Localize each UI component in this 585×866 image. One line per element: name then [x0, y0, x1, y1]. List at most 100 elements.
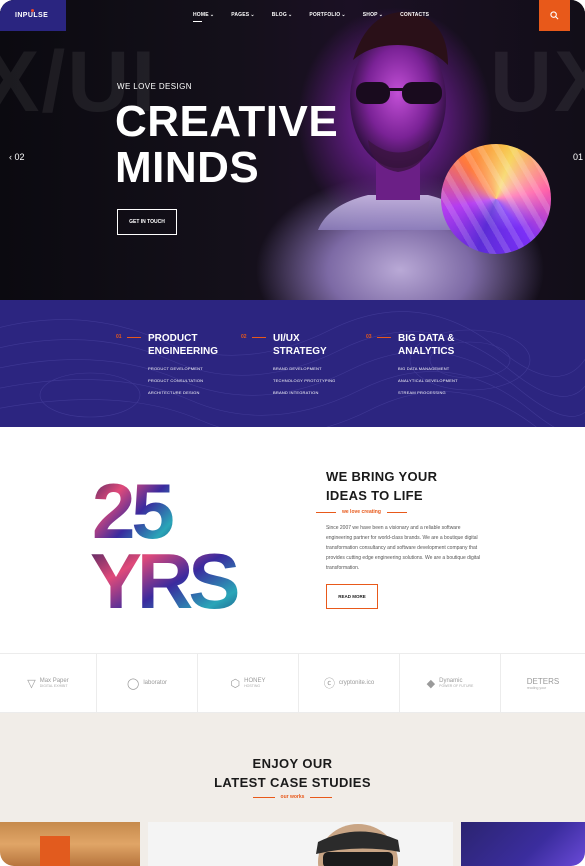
- years-text: YRS: [90, 537, 237, 610]
- hex-logo-icon: ⬡: [230, 677, 241, 690]
- hero-ghost-text-right: UX: [490, 34, 585, 130]
- service-item[interactable]: PRODUCT DEVELOPMENT: [148, 366, 258, 371]
- page: X/UI UX WE LOVE DESIGN CREATIVE MINDS GE…: [0, 0, 585, 866]
- search-icon: [550, 11, 559, 20]
- service-item[interactable]: BIG DATA MANAGEMENT: [398, 366, 508, 371]
- service-number: 01: [116, 334, 122, 340]
- service-items: BRAND DEVELOPMENT TECHNOLOGY PROTOTYPING…: [273, 366, 383, 402]
- client-name-wrap: Dynamic POWER OF FUTURE: [439, 678, 473, 688]
- client-sub: DIGITAL EXHIBIT: [39, 684, 68, 688]
- chevron-down-icon: ⌄: [287, 12, 293, 18]
- case-studies-heading-line-2: LATEST CASE STUDIES: [214, 775, 371, 790]
- about-paragraph: Since 2007 we have been a visionary and …: [326, 525, 481, 571]
- case-study-card[interactable]: [461, 822, 585, 866]
- topographic-pattern: [0, 311, 585, 427]
- slider-prev-number: 02: [14, 152, 25, 162]
- client-logo-max-paper[interactable]: ▽ Max Paper DIGITAL EXHIBIT: [0, 654, 97, 712]
- hero-section: X/UI UX WE LOVE DESIGN CREATIVE MINDS GE…: [0, 0, 585, 300]
- client-name-wrap: Max Paper DIGITAL EXHIBIT: [40, 678, 69, 688]
- service-items: PRODUCT DEVELOPMENT PRODUCT CONSULTATION…: [148, 366, 258, 402]
- chevron-down-icon: ⌄: [341, 12, 346, 18]
- client-name: cryptonite.ico: [338, 680, 375, 686]
- about-heading: WE BRING YOUR IDEAS TO LIFE: [326, 467, 437, 505]
- slider-next-button[interactable]: 01: [573, 152, 583, 162]
- client-logo-laborator[interactable]: ◯ laborator: [97, 654, 198, 712]
- about-subtitle: we love creating: [316, 509, 407, 515]
- c-logo-icon: ⓒ: [323, 678, 335, 690]
- subtitle-divider: [386, 511, 407, 513]
- read-more-button[interactable]: READ MORE: [326, 584, 378, 609]
- client-logo-honey-hosting[interactable]: ⬡ HONEY HOSTING: [198, 654, 299, 712]
- menu-item-label: PAGES: [231, 12, 250, 18]
- service-number: 02: [241, 334, 247, 340]
- service-divider: [252, 337, 266, 338]
- service-item[interactable]: ARCHITECTURE DESIGN: [148, 390, 258, 395]
- about-heading-line-1: WE BRING YOUR: [326, 469, 438, 484]
- menu-item-label: SHOP: [362, 12, 378, 18]
- search-button[interactable]: [539, 0, 570, 31]
- site-logo[interactable]: INPULSE: [0, 0, 66, 31]
- years-graphic: 25 YRS: [90, 470, 242, 610]
- hero-title-line-1: CREATIVE: [115, 97, 339, 146]
- slider-next-number: 01: [573, 152, 584, 162]
- service-title[interactable]: PRODUCT ENGINEERING: [148, 332, 238, 358]
- service-title[interactable]: UI/UX STRATEGY: [273, 332, 337, 358]
- main-menu: HOME⌄ PAGES⌄ BLOG⌄ PORTFOLIO⌄ SHOP⌄ CONT…: [193, 12, 446, 22]
- chevron-down-icon: ⌄: [250, 12, 255, 18]
- client-sub: reading your: [526, 685, 547, 690]
- hero-title-line-2: MINDS: [115, 143, 260, 192]
- menu-item-shop[interactable]: SHOP⌄: [363, 12, 383, 18]
- service-title[interactable]: BIG DATA & ANALYTICS: [398, 332, 478, 358]
- menu-item-contacts[interactable]: CONTACTS: [400, 12, 429, 18]
- case-studies-subtitle-text: our works: [280, 794, 305, 800]
- menu-item-label: PORTFOLIO: [309, 12, 341, 18]
- slider-prev-button[interactable]: ‹ 02: [9, 152, 25, 162]
- case-studies-subtitle: our works: [0, 794, 585, 800]
- service-item[interactable]: STREAM PROCESSING: [398, 390, 508, 395]
- client-logo-cryptonite[interactable]: ⓒ cryptonite.ico: [299, 654, 400, 712]
- menu-item-home[interactable]: HOME⌄: [193, 12, 215, 22]
- subtitle-divider: [316, 511, 336, 513]
- menu-item-blog[interactable]: BLOG⌄: [272, 12, 293, 18]
- client-sub: HOSTING: [244, 684, 261, 688]
- client-sub: POWER OF FUTURE: [439, 684, 474, 688]
- service-items: BIG DATA MANAGEMENT ANALYTICAL DEVELOPME…: [398, 366, 508, 402]
- menu-item-portfolio[interactable]: PORTFOLIO⌄: [309, 12, 345, 18]
- services-band: 01 PRODUCT ENGINEERING PRODUCT DEVELOPME…: [0, 300, 585, 427]
- client-name: DETERS: [526, 676, 560, 686]
- logo-dot-icon: [31, 9, 34, 12]
- service-item[interactable]: ANALYTICAL DEVELOPMENT: [398, 378, 508, 383]
- case-study-thumbnails: [0, 822, 585, 866]
- service-divider: [127, 337, 141, 338]
- case-studies-heading: ENJOY OUR LATEST CASE STUDIES: [0, 754, 585, 792]
- case-study-card[interactable]: [148, 822, 453, 866]
- v-logo-icon: ◯: [127, 677, 140, 690]
- menu-item-pages[interactable]: PAGES⌄: [231, 12, 255, 18]
- service-divider: [377, 337, 391, 338]
- chevron-left-icon: ‹: [9, 152, 12, 162]
- service-item[interactable]: BRAND DEVELOPMENT: [273, 366, 383, 371]
- menu-item-label: BLOG: [271, 12, 287, 18]
- service-item[interactable]: BRAND INTEGRATION: [273, 390, 383, 395]
- chevron-down-icon: ⌄: [209, 12, 215, 18]
- client-logos: ▽ Max Paper DIGITAL EXHIBIT ◯ laborator ⬡…: [0, 653, 585, 713]
- vr-headset-image: [316, 824, 400, 866]
- hero-title: CREATIVE MINDS: [115, 99, 338, 191]
- hero-eyebrow: WE LOVE DESIGN: [117, 82, 192, 91]
- client-name-wrap: HONEY HOSTING: [244, 678, 265, 688]
- service-item[interactable]: TECHNOLOGY PROTOTYPING: [273, 378, 383, 383]
- client-logo-deters[interactable]: DETERS reading your: [501, 654, 585, 712]
- client-name: laborator: [143, 680, 167, 686]
- subtitle-divider: [310, 796, 333, 798]
- menu-item-label: CONTACTS: [400, 12, 430, 18]
- service-number: 03: [366, 334, 372, 340]
- logo-text: INPULSE: [15, 12, 49, 19]
- client-logo-dynamic[interactable]: ◆ Dynamic POWER OF FUTURE: [400, 654, 501, 712]
- get-in-touch-button[interactable]: GET IN TOUCH: [117, 209, 177, 235]
- chevron-down-icon: ⌄: [378, 12, 384, 18]
- case-study-card[interactable]: [0, 822, 140, 866]
- d-logo-icon: ◆: [426, 677, 436, 690]
- menu-item-label: HOME: [193, 12, 209, 18]
- service-item[interactable]: PRODUCT CONSULTATION: [148, 378, 258, 383]
- about-subtitle-text: we love creating: [342, 509, 381, 515]
